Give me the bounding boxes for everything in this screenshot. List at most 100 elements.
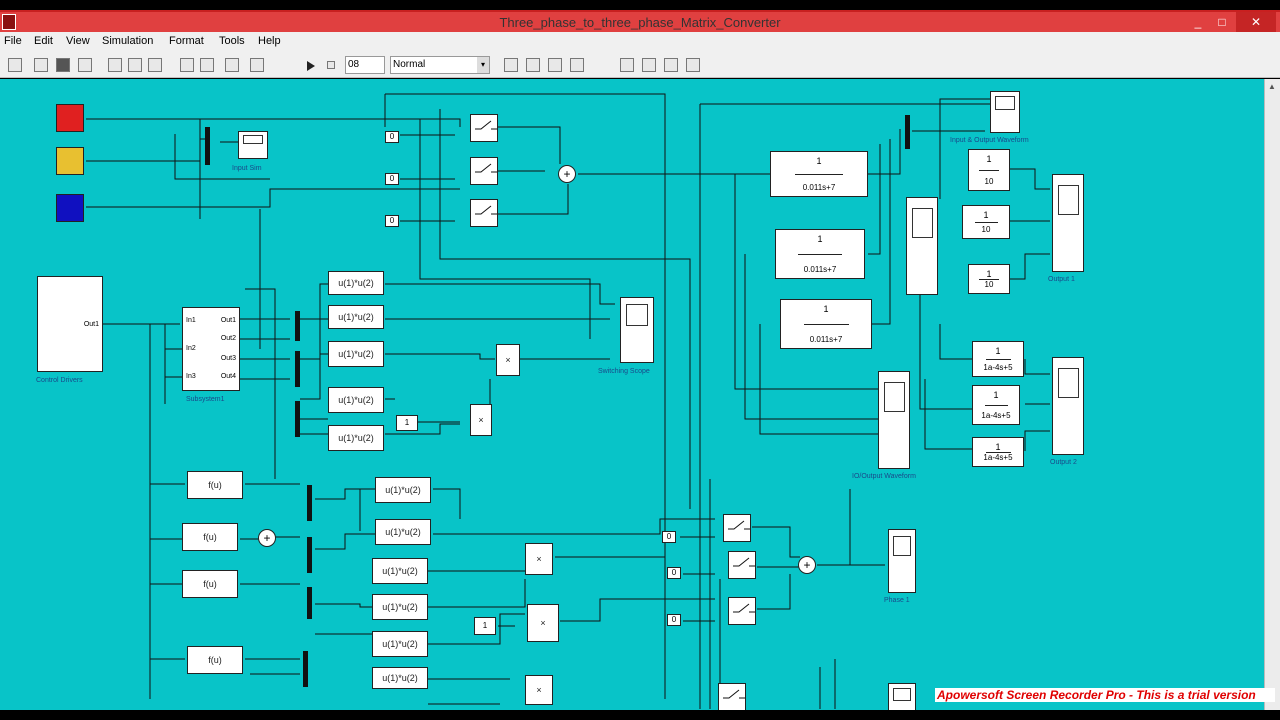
sum-block[interactable]: +	[558, 165, 576, 183]
mux[interactable]	[307, 485, 312, 521]
switch-block[interactable]	[470, 114, 498, 142]
fcn-block[interactable]: u(1)*u(2)	[372, 594, 428, 620]
fcn-block[interactable]: f(u)	[182, 570, 238, 598]
switch-block[interactable]	[718, 683, 746, 710]
constant-block[interactable]: 0	[667, 567, 681, 579]
product-block[interactable]: ×	[496, 344, 520, 376]
fcn-block[interactable]: u(1)*u(2)	[328, 387, 384, 413]
fcn-block[interactable]: f(u)	[187, 646, 243, 674]
mux[interactable]	[295, 311, 300, 341]
yellow-source-block[interactable]	[56, 147, 84, 175]
lc-filter-block[interactable]: 1 1a-4s+5	[972, 341, 1024, 377]
update-diagram-icon[interactable]	[504, 58, 518, 72]
switch-block[interactable]	[470, 157, 498, 185]
stop-time-input[interactable]: 08	[345, 56, 385, 74]
menu-tools[interactable]: Tools	[219, 35, 245, 47]
debug-icon[interactable]	[570, 58, 584, 72]
fcn-block[interactable]: f(u)	[187, 471, 243, 499]
mux[interactable]	[295, 351, 300, 387]
blue-source-block[interactable]	[56, 194, 84, 222]
mux[interactable]	[307, 587, 312, 619]
build-icon[interactable]	[526, 58, 540, 72]
redo-icon[interactable]	[200, 58, 214, 72]
fcn-block[interactable]: u(1)*u(2)	[328, 341, 384, 367]
save-icon[interactable]	[56, 58, 70, 72]
switch-block[interactable]	[728, 551, 756, 579]
constant-one-block[interactable]: 1	[474, 617, 496, 635]
input-scope[interactable]	[238, 131, 268, 159]
menu-view[interactable]: View	[66, 35, 90, 47]
paste-icon[interactable]	[148, 58, 162, 72]
fcn-block[interactable]: u(1)*u(2)	[375, 519, 431, 545]
settings-icon[interactable]	[686, 58, 700, 72]
right-mux[interactable]	[905, 115, 910, 149]
fcn-block[interactable]: u(1)*u(2)	[328, 425, 384, 451]
fcn-block[interactable]: f(u)	[182, 523, 238, 551]
phase-scope-lower[interactable]	[888, 683, 916, 710]
constant-one-block[interactable]: 1	[396, 415, 418, 431]
close-button[interactable]: ✕	[1236, 12, 1276, 32]
menu-help[interactable]: Help	[258, 35, 281, 47]
mux[interactable]	[307, 537, 312, 573]
phase-scope[interactable]	[888, 529, 916, 593]
constant-block[interactable]: 0	[385, 173, 399, 185]
control-drivers-subsystem[interactable]: Out1	[37, 276, 103, 372]
scroll-up-icon[interactable]: ▲	[1268, 82, 1276, 91]
copy-icon[interactable]	[128, 58, 142, 72]
transfer-fcn-block[interactable]: 1 0.011s+7	[780, 299, 872, 349]
switching-scope[interactable]	[620, 297, 654, 363]
product-block[interactable]: ×	[525, 543, 553, 575]
transfer-fcn-block[interactable]: 1 0.011s+7	[770, 151, 868, 197]
run-icon[interactable]	[307, 61, 315, 71]
menu-edit[interactable]: Edit	[34, 35, 53, 47]
stop-icon[interactable]	[327, 61, 335, 69]
top-mux[interactable]	[205, 127, 210, 165]
minimize-button[interactable]: _	[1188, 12, 1208, 32]
fcn-block[interactable]: u(1)*u(2)	[372, 667, 428, 689]
sum-block[interactable]: +	[258, 529, 276, 547]
print-icon[interactable]	[78, 58, 92, 72]
navigate-icon[interactable]	[642, 58, 656, 72]
switch-block[interactable]	[723, 514, 751, 542]
model-advisor-icon[interactable]	[548, 58, 562, 72]
browser-icon[interactable]	[620, 58, 634, 72]
switch-block[interactable]	[728, 597, 756, 625]
mux[interactable]	[295, 401, 300, 437]
subsystem-block[interactable]: In1 In2 In3 Out1 Out2 Out3 Out4	[182, 307, 240, 391]
fcn-block[interactable]: u(1)*u(2)	[372, 631, 428, 657]
fcn-block[interactable]: u(1)*u(2)	[375, 477, 431, 503]
output-scope-2[interactable]	[1052, 357, 1084, 455]
menu-file[interactable]: File	[4, 35, 22, 47]
model-explorer-icon[interactable]	[250, 58, 264, 72]
undo-icon[interactable]	[180, 58, 194, 72]
gain-block[interactable]: 1 10	[962, 205, 1010, 239]
io-waveform-scope[interactable]	[878, 371, 910, 469]
explorer-icon[interactable]	[664, 58, 678, 72]
lc-filter-block[interactable]: 1 1a-4s+5	[972, 385, 1020, 425]
menu-simulation[interactable]: Simulation	[102, 35, 153, 47]
gain-block[interactable]: 1 10	[968, 264, 1010, 294]
cut-icon[interactable]	[108, 58, 122, 72]
constant-block[interactable]: 0	[385, 215, 399, 227]
fcn-block[interactable]: u(1)*u(2)	[372, 558, 428, 584]
gain-scope[interactable]	[906, 197, 938, 295]
input-output-scope[interactable]	[990, 91, 1020, 133]
menu-format[interactable]: Format	[169, 35, 204, 47]
red-source-block[interactable]	[56, 104, 84, 132]
sum-block[interactable]: +	[798, 556, 816, 574]
constant-block[interactable]: 0	[385, 131, 399, 143]
lc-filter-block[interactable]: 1 1a-4s+5	[972, 437, 1024, 467]
constant-block[interactable]: 0	[662, 531, 676, 543]
chevron-down-icon[interactable]: ▾	[477, 57, 489, 73]
mux[interactable]	[303, 651, 308, 687]
constant-block[interactable]: 0	[667, 614, 681, 626]
product-block[interactable]: ×	[527, 604, 559, 642]
simulation-mode-select[interactable]: Normal ▾	[390, 56, 490, 74]
library-icon[interactable]	[225, 58, 239, 72]
transfer-fcn-block[interactable]: 1 0.011s+7	[775, 229, 865, 279]
model-canvas[interactable]: Input Sim 0 0 0 + 1 0.011s+7 1 0.011s+7 10…	[0, 79, 1264, 710]
open-icon[interactable]	[34, 58, 48, 72]
gain-block[interactable]: 1 10	[968, 149, 1010, 191]
maximize-button[interactable]: □	[1212, 12, 1232, 32]
fcn-block[interactable]: u(1)*u(2)	[328, 271, 384, 295]
